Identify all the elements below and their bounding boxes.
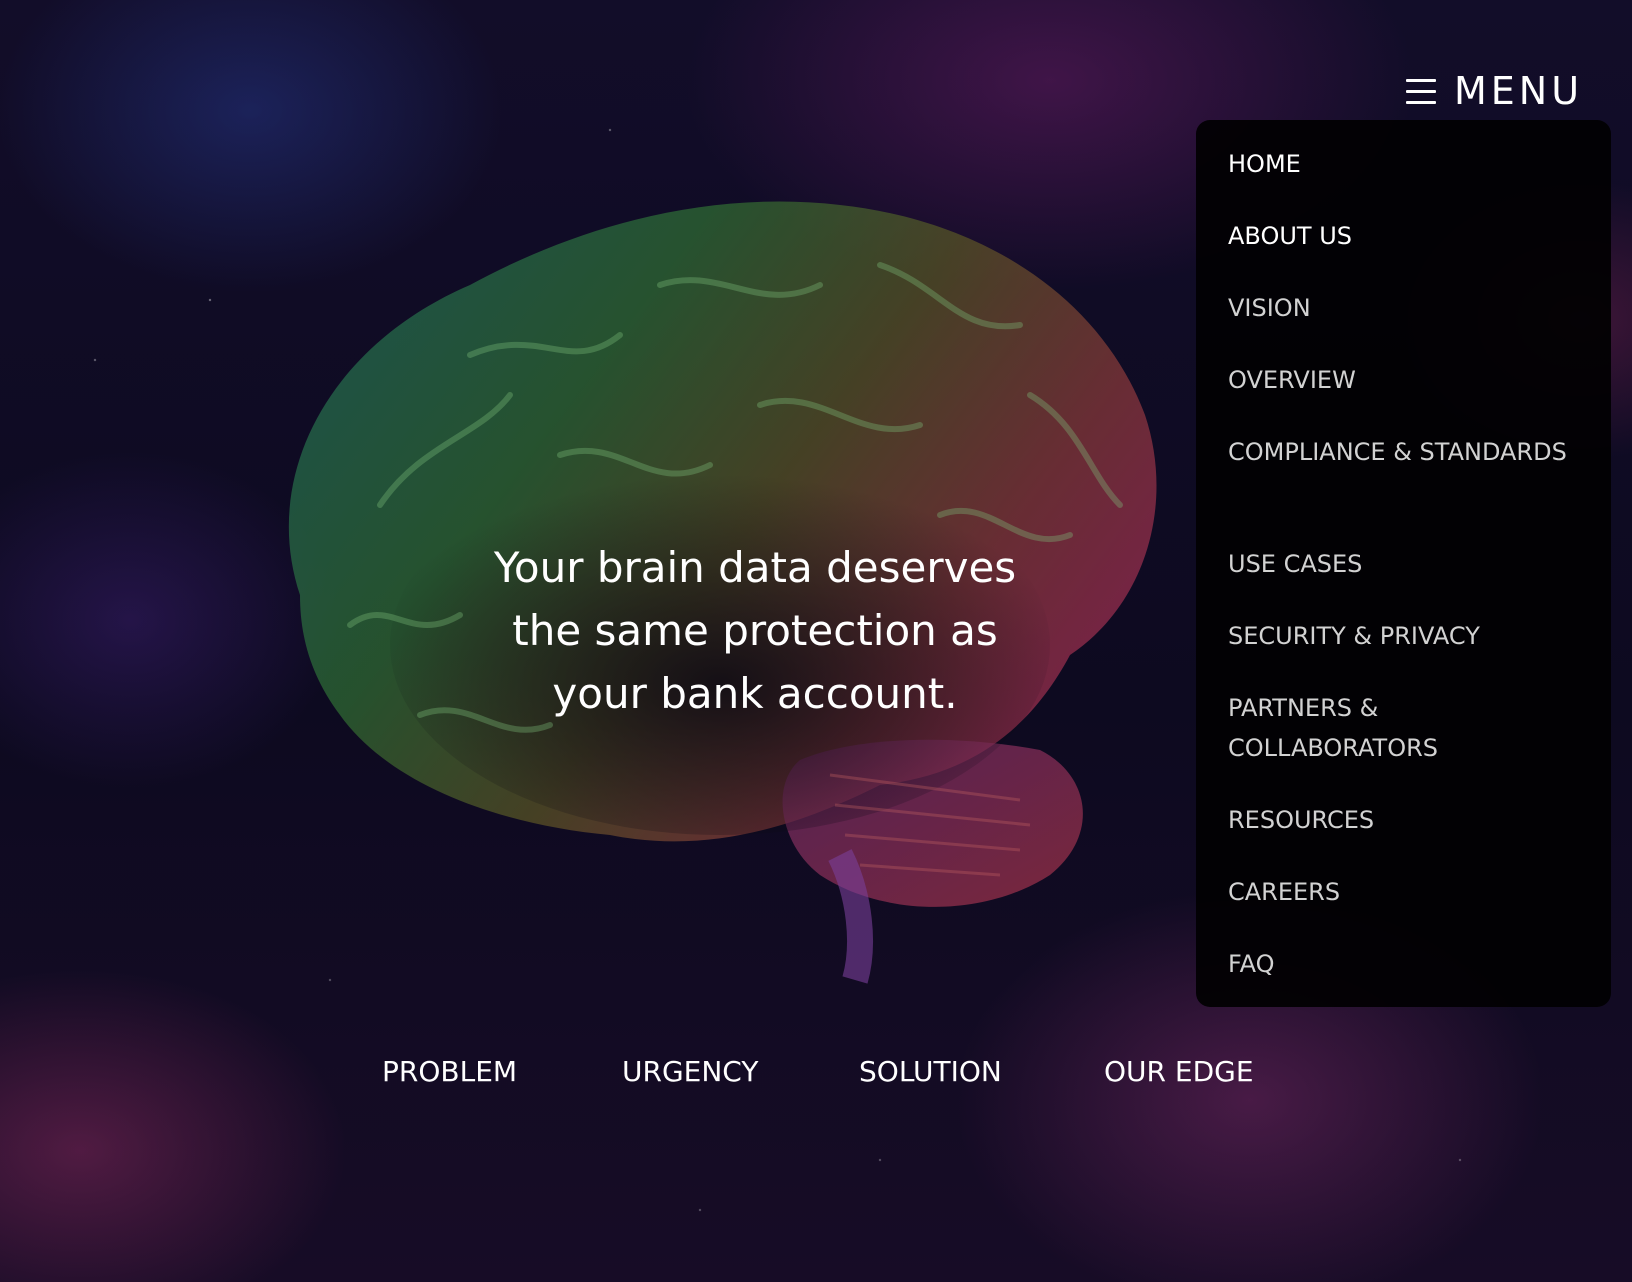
menu-item-overview[interactable]: OVERVIEW [1228, 360, 1588, 400]
page: MENU HOME ABOUT US VISION OVERVIEW COMPL… [0, 0, 1632, 1282]
dropdown-menu: HOME ABOUT US VISION OVERVIEW COMPLIANCE… [1196, 120, 1611, 1007]
section-link-urgency[interactable]: URGENCY [622, 1052, 758, 1092]
menu-item-vision[interactable]: VISION [1228, 288, 1588, 328]
hero-line-1: Your brain data deserves [493, 543, 1017, 592]
menu-item-home[interactable]: HOME [1228, 144, 1588, 184]
hero-line-2: the same protection as [512, 606, 998, 655]
menu-item-partners-collaborators[interactable]: PARTNERS & COLLABORATORS [1228, 688, 1588, 768]
menu-item-faq[interactable]: FAQ [1228, 944, 1588, 984]
section-link-solution[interactable]: SOLUTION [859, 1052, 1002, 1092]
section-nav: PROBLEM URGENCY SOLUTION OUR EDGE [0, 1052, 1632, 1092]
menu-item-careers[interactable]: CAREERS [1228, 872, 1588, 912]
hero-line-3: your bank account. [552, 669, 958, 718]
menu-item-use-cases[interactable]: USE CASES [1228, 544, 1588, 584]
menu-item-resources[interactable]: RESOURCES [1228, 800, 1588, 840]
hero-headline: Your brain data deserves the same protec… [400, 536, 1110, 725]
menu-item-security-privacy[interactable]: SECURITY & PRIVACY [1228, 616, 1588, 656]
section-link-problem[interactable]: PROBLEM [382, 1052, 517, 1092]
menu-item-about-us[interactable]: ABOUT US [1228, 216, 1588, 256]
section-link-our-edge[interactable]: OUR EDGE [1104, 1052, 1254, 1092]
hamburger-icon [1406, 79, 1436, 104]
menu-label: MENU [1454, 69, 1584, 113]
menu-item-compliance-standards[interactable]: COMPLIANCE & STANDARDS [1228, 432, 1588, 472]
menu-toggle-button[interactable]: MENU [1406, 72, 1583, 110]
